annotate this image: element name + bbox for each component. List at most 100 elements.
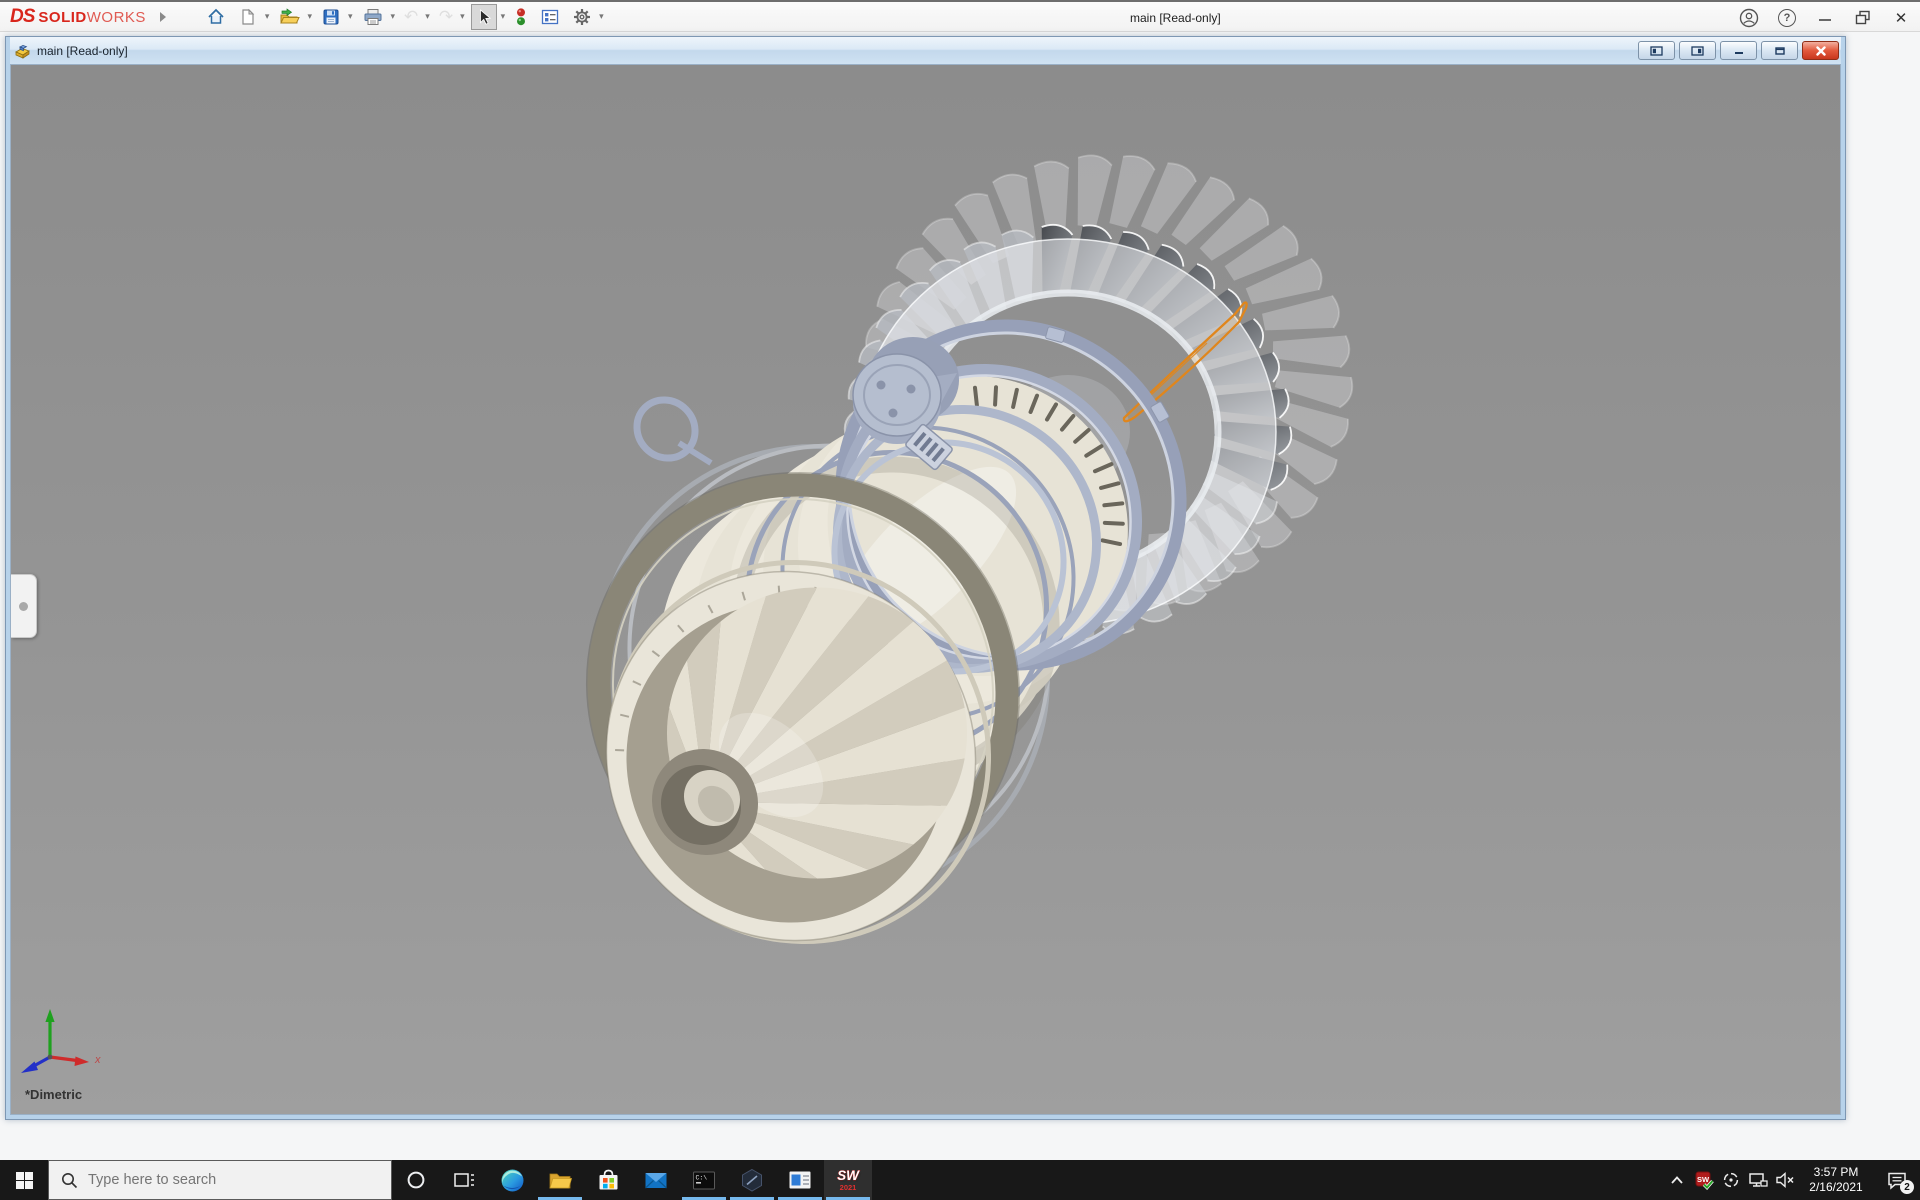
volume-muted-icon: [1775, 1171, 1795, 1189]
taskbar-app-terminal[interactable]: C:\: [680, 1160, 728, 1200]
taskbar-app-edge[interactable]: [488, 1160, 536, 1200]
clock-time: 3:57 PM: [1814, 1165, 1859, 1180]
feature-tree-splitter-tab[interactable]: [11, 574, 37, 638]
help-icon: ?: [1778, 9, 1796, 27]
toolbar-flyout-arrow-icon[interactable]: [160, 12, 166, 22]
close-icon: ✕: [1895, 9, 1908, 27]
undo-icon: ↶: [404, 8, 418, 25]
new-dropdown-caret[interactable]: ▾: [265, 11, 270, 22]
print-dropdown-caret[interactable]: ▾: [391, 11, 396, 22]
sw-resource-monitor-icon: SW: [1694, 1170, 1714, 1190]
document-window-controls: [1634, 41, 1839, 60]
notification-center-button[interactable]: 2: [1874, 1160, 1920, 1200]
help-button[interactable]: ?: [1768, 3, 1806, 33]
taskbar-clock[interactable]: 3:57 PM 2/16/2021: [1798, 1160, 1874, 1200]
media-app-icon: [788, 1170, 812, 1190]
document-title: main [Read-only]: [37, 44, 128, 58]
logo-works-text: WORKS: [87, 9, 146, 26]
file-explorer-icon: [548, 1169, 572, 1191]
tray-volume-button[interactable]: [1771, 1160, 1798, 1200]
minimize-icon: [1818, 11, 1832, 25]
taskbar-app-file-explorer[interactable]: [536, 1160, 584, 1200]
task-view-icon: [453, 1170, 475, 1190]
tray-capture-button[interactable]: [1717, 1160, 1744, 1200]
tray-sw-text: SW: [1696, 1175, 1709, 1184]
save-floppy-icon: [321, 7, 341, 27]
minimize-button[interactable]: [1806, 3, 1844, 33]
redo-button[interactable]: ↷: [435, 4, 457, 30]
tile-left-button[interactable]: [1638, 41, 1675, 60]
print-button[interactable]: [358, 4, 388, 30]
solidworks-logo: DS SOLID WORKS: [10, 6, 146, 28]
doc-restore-button[interactable]: [1761, 41, 1798, 60]
account-button[interactable]: [1730, 3, 1768, 33]
cortana-button[interactable]: [392, 1160, 440, 1200]
assembly-document-icon: [14, 43, 31, 59]
taskbar-app-media[interactable]: [776, 1160, 824, 1200]
open-folder-icon: [278, 7, 300, 27]
tile-left-icon: [1650, 46, 1663, 56]
selection-colors-button[interactable]: [510, 4, 532, 30]
splitter-dot-icon: [19, 602, 28, 611]
home-button[interactable]: [202, 4, 230, 30]
new-document-button[interactable]: [234, 4, 262, 30]
task-pane-button[interactable]: [536, 4, 564, 30]
window-controls: ? ✕: [1730, 2, 1920, 34]
restore-button[interactable]: [1844, 3, 1882, 33]
taskbar-search-box[interactable]: [48, 1160, 392, 1200]
undo-dropdown-caret[interactable]: ▾: [425, 11, 430, 22]
doc-minimize-button[interactable]: [1720, 41, 1757, 60]
document-titlebar[interactable]: main [Read-only]: [10, 37, 1841, 64]
tile-right-icon: [1691, 46, 1704, 56]
restore-icon: [1855, 10, 1871, 26]
tray-chevron-button[interactable]: [1663, 1160, 1690, 1200]
open-button[interactable]: [274, 4, 304, 30]
save-dropdown-caret[interactable]: ▾: [348, 11, 353, 22]
triad-x-label: x: [94, 1054, 101, 1066]
doc-close-button[interactable]: [1802, 41, 1839, 60]
redo-dropdown-caret[interactable]: ▾: [460, 11, 465, 22]
traffic-light-icon: [514, 7, 528, 27]
jet-engine-model[interactable]: [11, 65, 1841, 1115]
taskbar-app-solidworks[interactable]: SW SW 2021: [824, 1160, 872, 1200]
ds-logo-mark: DS: [10, 6, 34, 28]
start-button[interactable]: [0, 1160, 48, 1200]
taskbar-app-mail[interactable]: [632, 1160, 680, 1200]
doc-close-icon: [1815, 46, 1827, 56]
close-button[interactable]: ✕: [1882, 3, 1920, 33]
select-dropdown-caret[interactable]: ▾: [501, 11, 506, 22]
taskbar-app-store[interactable]: [584, 1160, 632, 1200]
notification-badge: 2: [1900, 1180, 1914, 1194]
tray-solidworks-monitor[interactable]: SW: [1690, 1160, 1717, 1200]
open-dropdown-caret[interactable]: ▾: [307, 11, 312, 22]
options-button[interactable]: [568, 4, 596, 30]
mdi-area: main [Read-only]: [0, 32, 1920, 1160]
network-icon: [1748, 1171, 1768, 1189]
search-input[interactable]: [88, 1172, 358, 1188]
document-window[interactable]: main [Read-only]: [5, 36, 1846, 1120]
print-icon: [362, 7, 384, 27]
task-view-button[interactable]: [440, 1160, 488, 1200]
windows-taskbar: C:\ SW SW 2021: [0, 1160, 1920, 1200]
graphics-viewport[interactable]: x *Dimetric: [10, 64, 1841, 1115]
sw-logo-year: 2021: [840, 1183, 857, 1192]
home-icon: [206, 7, 226, 27]
cortana-icon: [406, 1170, 426, 1190]
search-icon: [61, 1172, 78, 1189]
taskbar-app-hexagon[interactable]: [728, 1160, 776, 1200]
clock-date: 2/16/2021: [1809, 1180, 1862, 1195]
task-list-icon: [540, 7, 560, 27]
capture-icon: [1722, 1171, 1740, 1189]
options-dropdown-caret[interactable]: ▾: [599, 11, 604, 22]
undo-button[interactable]: ↶: [400, 4, 422, 30]
account-icon: [1739, 8, 1759, 28]
windows-logo-icon: [16, 1172, 33, 1189]
mail-icon: [644, 1170, 668, 1190]
save-button[interactable]: [317, 4, 345, 30]
select-tool-button[interactable]: [471, 4, 497, 30]
select-cursor-icon: [474, 7, 494, 27]
tray-network-button[interactable]: [1744, 1160, 1771, 1200]
new-document-icon: [238, 7, 258, 27]
terminal-icon: C:\: [692, 1170, 716, 1191]
tile-right-button[interactable]: [1679, 41, 1716, 60]
